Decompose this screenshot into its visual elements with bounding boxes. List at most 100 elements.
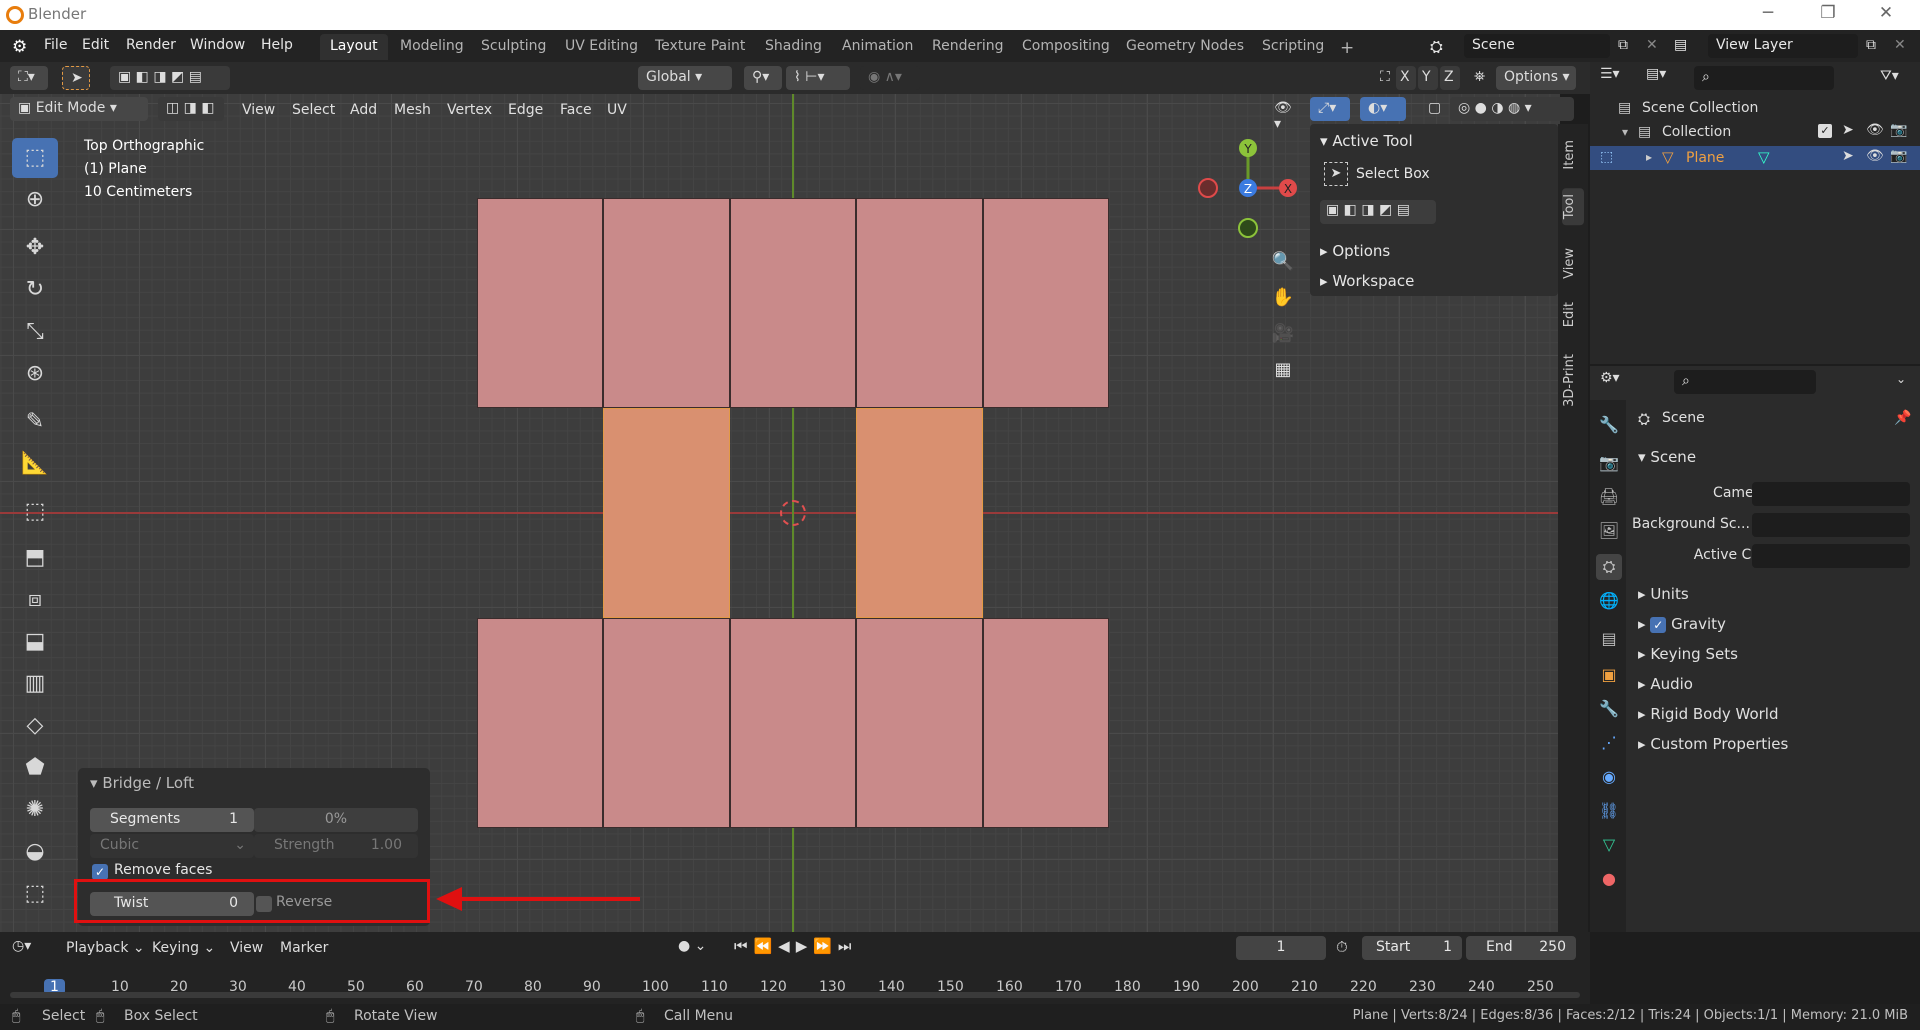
loop-cut-tool-icon[interactable]: ▥ [12,664,58,704]
transform-tool-icon[interactable]: ⊛ [12,354,58,394]
menu-render[interactable]: Render [126,37,176,53]
plane-selectable-icon[interactable]: ➤ [1842,148,1854,164]
spin-tool-icon[interactable]: ✺ [12,790,58,830]
mesh-face[interactable] [603,198,730,408]
mesh-face[interactable] [856,618,983,828]
add-cube-tool-icon[interactable]: ⬚ [12,492,58,532]
outliner-editor-icon[interactable]: ☰▾ [1600,66,1636,90]
menu-edit[interactable]: Edit [82,37,109,53]
select-type-icon[interactable]: ◫ ◨ ◧ [158,97,224,121]
tab-layout[interactable]: Layout [320,34,388,60]
menu-view[interactable]: View [242,102,275,118]
mesh-face[interactable] [730,198,856,408]
tab-scripting[interactable]: Scripting [1252,34,1334,60]
display-mode-icon[interactable]: ▤▾ [1646,66,1682,90]
tab-tool[interactable]: Tool [1562,188,1584,226]
interpolation-dropdown[interactable]: Cubic ⌄ [90,834,254,858]
constraints-props-icon[interactable]: ⛓ [1596,798,1622,824]
mirror-x-toggle[interactable]: X [1396,66,1416,90]
measure-tool-icon[interactable]: 📐 [12,444,58,484]
3d-cursor-icon[interactable] [780,500,806,526]
proportional-edit-icon[interactable]: ◉ ∧▾ [860,66,920,90]
mesh-face[interactable] [983,618,1109,828]
mesh-face[interactable] [983,198,1109,408]
new-scene-icon[interactable]: ⧉ [1618,37,1628,53]
menu-playback[interactable]: Playback ⌄ [66,940,145,956]
menu-select[interactable]: Select [292,102,335,118]
menu-face[interactable]: Face [560,102,592,118]
knife-tool-icon[interactable]: ◇ [12,706,58,746]
collection-expand-icon[interactable]: ▾ [1622,125,1628,139]
mesh-face[interactable] [603,618,730,828]
particles-props-icon[interactable]: ⋰ [1596,730,1622,756]
select-mode-icon[interactable]: ➤ [62,66,90,90]
scene-section[interactable]: ▾ Scene [1638,448,1696,466]
restore-icon[interactable]: ❐ [1808,3,1848,27]
camera-view-icon[interactable]: 🎥 [1268,318,1298,348]
camera-field[interactable] [1752,482,1910,506]
zoom-icon[interactable]: 🔍 [1268,246,1298,276]
menu-vertex[interactable]: Vertex [447,102,492,118]
mirror-icon[interactable]: ⛶ [1372,66,1394,90]
navigation-gizmo[interactable]: Y X Z [1190,134,1310,254]
tab-shading[interactable]: Shading [755,34,832,60]
tab-sculpting[interactable]: Sculpting [471,34,556,60]
gizmo-neg-y-axis[interactable] [1238,218,1258,238]
menu-help[interactable]: Help [261,37,293,53]
filter-icon[interactable]: ⛛▾ [1880,68,1899,84]
editor-type-icon[interactable]: ⛶▾ [10,66,48,90]
panel-keying-sets[interactable]: ▸ Keying Sets [1638,645,1738,663]
rotate-tool-icon[interactable]: ↻ [12,270,58,310]
panel-custom-properties[interactable]: ▸ Custom Properties [1638,735,1788,753]
panel-audio[interactable]: ▸ Audio [1638,675,1693,693]
scene-collection-label[interactable]: Scene Collection [1642,100,1758,116]
properties-options-icon[interactable]: ⌄ [1896,372,1906,386]
selectable-icon[interactable]: ➤ [1842,122,1854,138]
gravity-checkbox[interactable]: ✓ [1650,616,1667,633]
render-props-icon[interactable]: 📷 [1596,450,1622,476]
view-layer-field[interactable]: View Layer [1708,34,1858,58]
tab-texture-paint[interactable]: Texture Paint [645,34,755,60]
plane-visibility-icon[interactable]: 👁 [1866,148,1884,164]
close-icon[interactable]: ✕ [1866,3,1906,27]
edit-mode-icon[interactable]: ⬚ [1600,149,1613,165]
transform-orientation-dropdown[interactable]: Global ▾ [638,66,732,90]
add-workspace-icon[interactable]: + [1330,34,1364,60]
panel-rigid-body-world[interactable]: ▸ Rigid Body World [1638,705,1779,723]
operator-title[interactable]: ▾ Bridge / Loft [90,774,194,792]
tab-rendering[interactable]: Rendering [922,34,1014,60]
pan-hand-icon[interactable]: ✋ [1268,282,1298,312]
panel-units[interactable]: ▸ Units [1638,585,1689,603]
remove-faces-checkbox[interactable]: ✓ [92,864,108,880]
data-props-icon[interactable]: ▽ [1596,832,1622,858]
mesh-face[interactable] [477,198,603,408]
output-props-icon[interactable]: 🖨 [1596,484,1622,510]
menu-timeline-view[interactable]: View [230,940,263,956]
collection-props-icon[interactable]: ▤ [1596,626,1622,652]
tab-uv-editing[interactable]: UV Editing [555,34,648,60]
mesh-face[interactable] [730,618,856,828]
extrude-tool-icon[interactable]: ⬒ [12,538,58,578]
auto-merge-icon[interactable]: ⛯ [1466,66,1488,90]
snap-icon[interactable]: ⌇ ⊢▾ [786,66,850,90]
selected-face[interactable] [856,408,983,618]
selected-face[interactable] [603,408,730,618]
plane-object-label[interactable]: Plane [1686,150,1724,166]
overlay-toggle-icon[interactable]: ◐▾ [1360,97,1406,121]
plane-expand-icon[interactable]: ▸ [1646,150,1652,164]
panel-gravity[interactable]: ▸ ✓ Gravity [1638,615,1726,633]
selection-modes-icon[interactable]: ▣ ◧ ◨ ◩ ▤ [110,66,230,90]
material-props-icon[interactable]: ● [1596,866,1622,892]
active-clip-field[interactable] [1752,544,1910,568]
new-view-layer-icon[interactable]: ⧉ [1866,37,1876,53]
pivot-point-icon[interactable]: ⚲▾ [744,66,782,90]
smoothness-field[interactable]: 0% [254,808,418,832]
menu-keying[interactable]: Keying ⌄ [152,940,215,956]
properties-search-input[interactable]: ⌕ [1674,370,1816,394]
smooth-tool-icon[interactable]: ◒ [12,832,58,872]
mesh-face[interactable] [856,198,983,408]
visibility-eye-icon[interactable]: 👁 [1866,122,1884,138]
menu-uv[interactable]: UV [607,102,627,118]
view-layer-props-icon[interactable]: 🖼 [1596,518,1622,544]
scene-field[interactable]: Scene [1464,34,1610,58]
